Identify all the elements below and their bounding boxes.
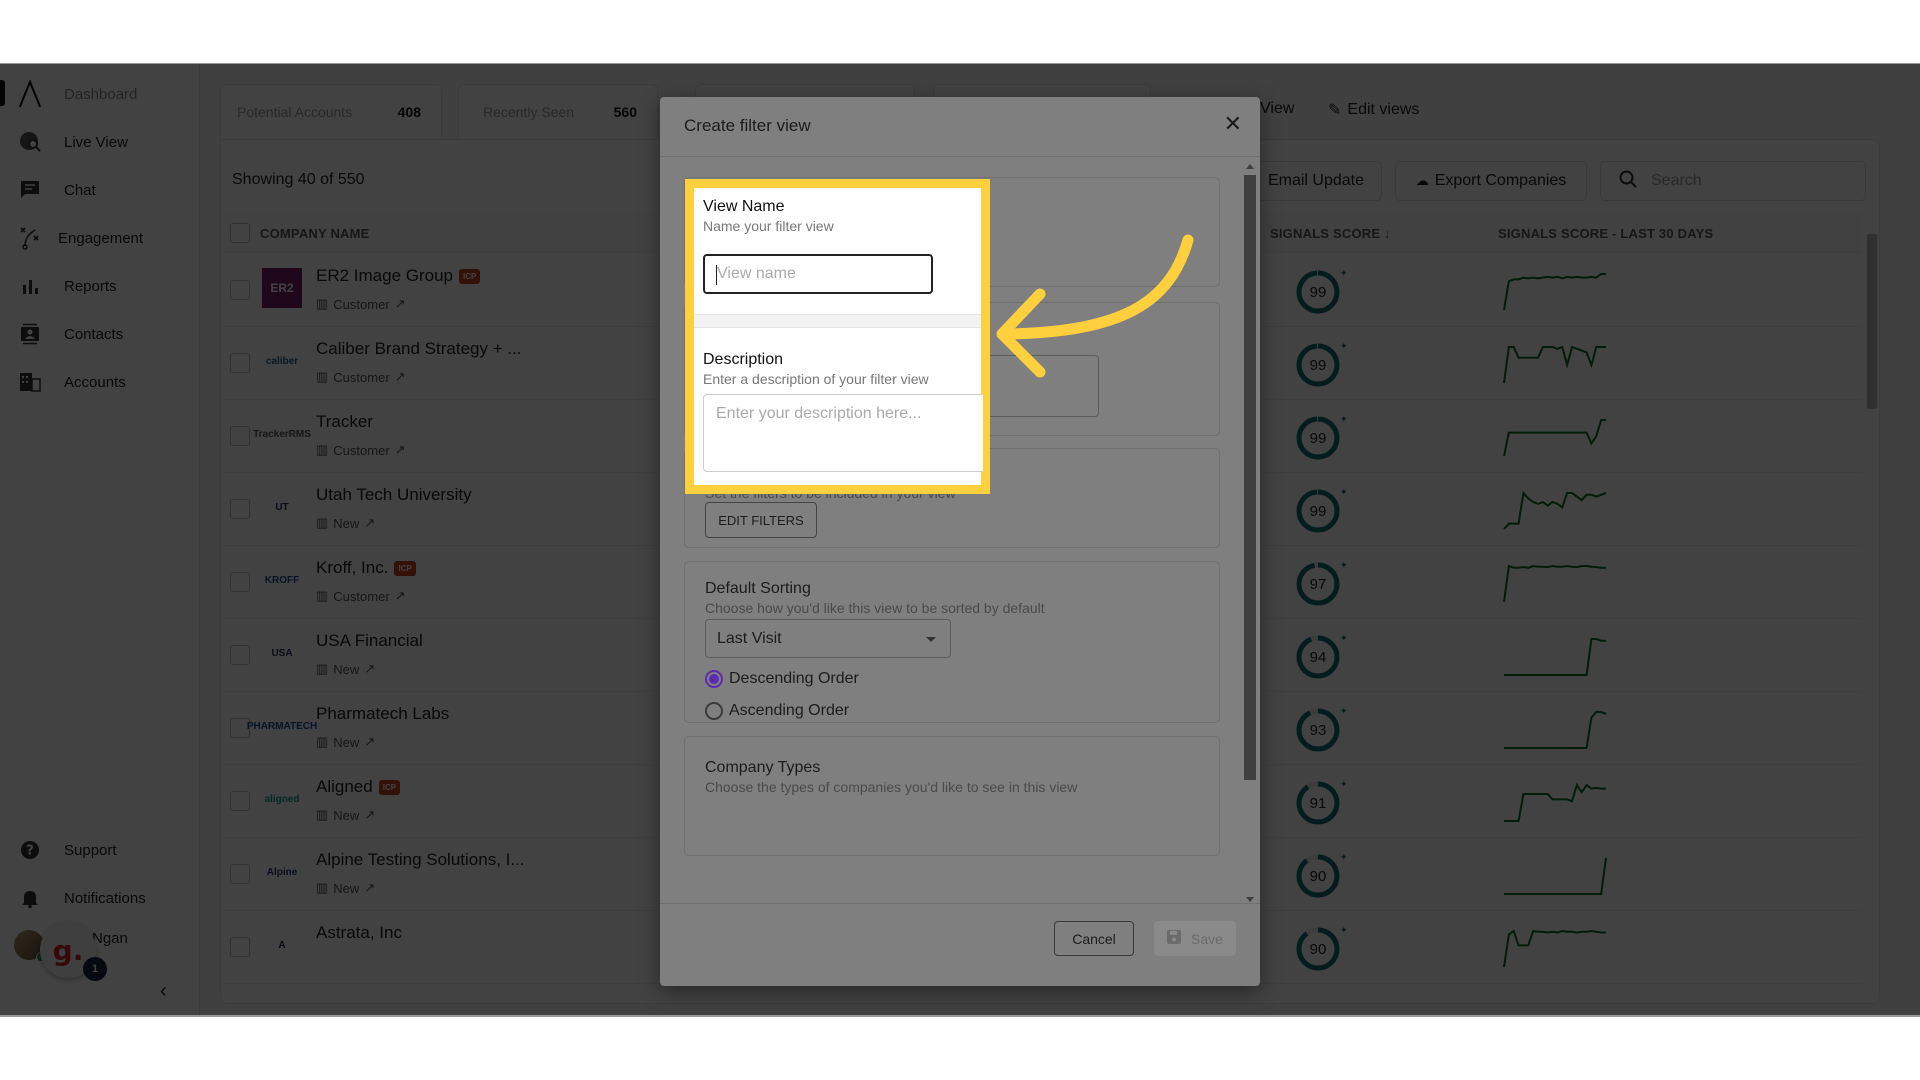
descending-order-radio[interactable]: Descending Order [705,670,859,688]
save-disk-icon [1167,930,1182,947]
modal-title: Create filter view [684,116,811,135]
radio-label: Descending Order [729,670,859,687]
description-title: Description [703,351,784,368]
radio-checked-icon [705,670,723,688]
radio-label: Ascending Order [729,702,850,719]
radio-unchecked-icon [705,702,723,720]
text-cursor [716,265,717,285]
app-window: Dashboard Live View Chat Engagement Repo… [0,63,1920,1017]
scroll-up-icon[interactable] [1246,164,1254,169]
description-subtitle: Enter a description of your filter view [703,371,929,387]
sort-field-value: Last Visit [717,629,782,647]
description-textarea[interactable] [703,394,983,472]
section-divider [694,314,981,328]
view-name-subtitle: Name your filter view [703,218,834,234]
sorting-subtitle: Choose how you'd like this view to be so… [705,600,1045,616]
view-name-title: View Name [703,198,785,215]
modal-footer: Cancel Save [660,903,1260,986]
default-sorting-section: Default Sorting Choose how you'd like th… [684,561,1220,723]
close-icon[interactable]: ✕ [1224,111,1242,137]
modal-header: Create filter view ✕ [660,97,1260,157]
company-types-section: Company Types Choose the types of compan… [684,736,1220,856]
modal-scrollbar[interactable] [1243,163,1257,903]
scroll-down-icon[interactable] [1246,897,1254,902]
edit-filters-button[interactable]: EDIT FILTERS [705,502,817,538]
highlight-callout: View Name Name your filter view Descript… [685,179,990,494]
save-button[interactable]: Save [1154,921,1236,956]
view-name-input[interactable] [703,254,933,294]
modal-scrollbar-thumb[interactable] [1244,175,1256,780]
company-types-title: Company Types [705,759,821,776]
sorting-title: Default Sorting [705,580,811,597]
ascending-order-radio[interactable]: Ascending Order [705,702,849,720]
save-label: Save [1191,930,1223,947]
cancel-button[interactable]: Cancel [1054,921,1134,956]
company-types-subtitle: Choose the types of companies you'd like… [705,779,1078,795]
dropdown-caret-icon [926,637,936,642]
sort-field-select[interactable]: Last Visit [705,619,951,658]
